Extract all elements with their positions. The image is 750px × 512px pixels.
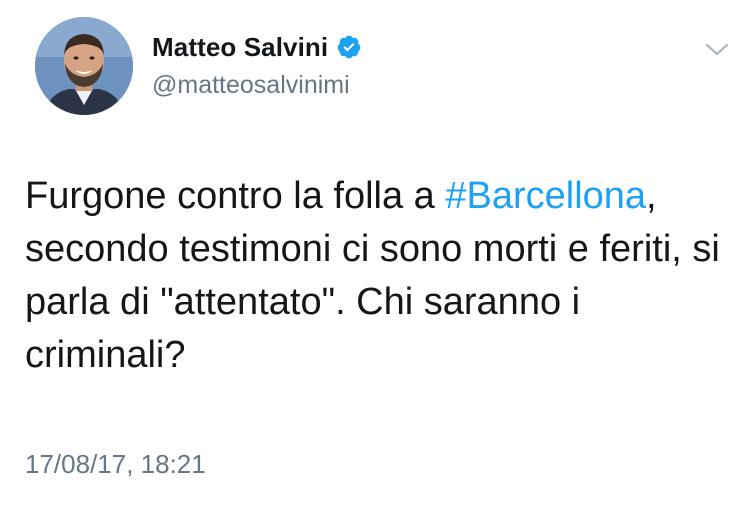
tweet-timestamp[interactable]: 17/08/17, 18:21 — [25, 449, 206, 480]
user-handle[interactable]: @matteosalvinimi — [152, 71, 362, 100]
tweet-card: Matteo Salvini @matteosalvinimi Furgone … — [0, 0, 750, 512]
tweet-text: Furgone contro la folla a #Barcellona, s… — [25, 170, 725, 382]
avatar[interactable] — [35, 17, 133, 115]
chevron-down-icon[interactable] — [704, 40, 730, 60]
avatar-photo — [35, 17, 133, 115]
display-name[interactable]: Matteo Salvini — [152, 32, 328, 63]
name-row: Matteo Salvini — [152, 30, 362, 64]
tweet-text-start: Furgone contro la folla a — [25, 175, 446, 217]
author-block: Matteo Salvini @matteosalvinimi — [152, 30, 362, 100]
verified-badge-icon — [336, 34, 362, 60]
hashtag-link[interactable]: #Barcellona — [445, 175, 646, 217]
